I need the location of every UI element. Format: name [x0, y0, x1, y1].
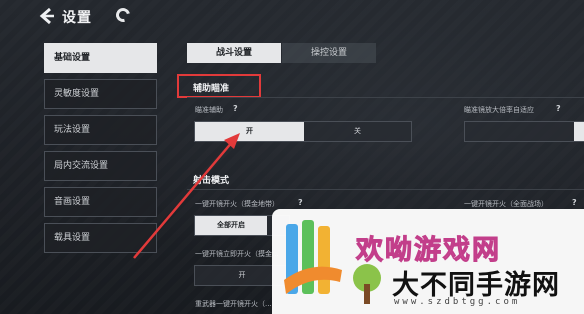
scope-fire-loot-label: 一键开镜开火（摸金地带）	[195, 200, 279, 208]
aim-section-title: 辅助瞄准	[193, 84, 230, 94]
tab-bar: 战斗设置 操控设置	[187, 43, 376, 63]
back-arrow-icon[interactable]	[37, 6, 57, 26]
fire-divider	[187, 189, 584, 190]
scope-fire-loot-option-all[interactable]: 全部开启	[195, 216, 267, 235]
sidebar-item-sensitivity[interactable]: 灵敏度设置	[44, 79, 157, 109]
aim-divider	[187, 97, 584, 98]
scope-fire-stand-label: 一键开镜立即开火（摸金...	[195, 250, 279, 258]
aim-assist-on-option[interactable]: 开	[195, 122, 304, 141]
scope-fire-loot-help-icon[interactable]: ?	[298, 198, 303, 207]
scope-adapt-toggle	[464, 121, 584, 142]
scope-fire-all-help-icon[interactable]: ?	[572, 198, 577, 207]
sidebar-item-gameplay[interactable]: 玩法设置	[44, 115, 157, 145]
scope-adapt-option[interactable]	[465, 122, 575, 141]
tab-controls[interactable]: 操控设置	[282, 43, 376, 63]
scope-adapt-label: 瞄准镜放大倍率自适应	[464, 106, 534, 114]
tab-combat[interactable]: 战斗设置	[187, 43, 281, 63]
sidebar-item-vehicle[interactable]: 载具设置	[44, 223, 157, 253]
tree-logo-icon	[353, 264, 381, 304]
aim-assist-toggle: 开 关	[194, 121, 412, 142]
aim-assist-off-option[interactable]: 关	[304, 122, 411, 141]
sidebar-item-basic[interactable]: 基础设置	[44, 43, 157, 73]
sidebar-item-communication[interactable]: 局内交流设置	[44, 151, 157, 181]
top-bar: 设置	[0, 0, 584, 34]
heavy-weapon-label: 重武器一键开镜开火（...	[195, 300, 272, 308]
settings-icon	[113, 5, 133, 25]
page-title: 设置	[62, 10, 92, 26]
watermark-url: www.szdbtgg.com	[394, 297, 521, 307]
fire-section-title: 射击模式	[193, 176, 230, 186]
scope-adapt-on-option[interactable]	[574, 122, 584, 141]
sidebar-item-audio-video[interactable]: 音画设置	[44, 187, 157, 217]
aim-assist-label: 瞄准辅助	[195, 106, 223, 114]
aim-assist-help-icon[interactable]: ?	[233, 104, 238, 113]
scope-adapt-help-icon[interactable]: ?	[556, 104, 561, 113]
scope-fire-all-label: 一键开镜开火（全面战场）	[464, 200, 548, 208]
sidebar: 基础设置 灵敏度设置 玩法设置 局内交流设置 音画设置 载具设置	[44, 43, 157, 259]
site-logo-icon	[284, 220, 342, 294]
